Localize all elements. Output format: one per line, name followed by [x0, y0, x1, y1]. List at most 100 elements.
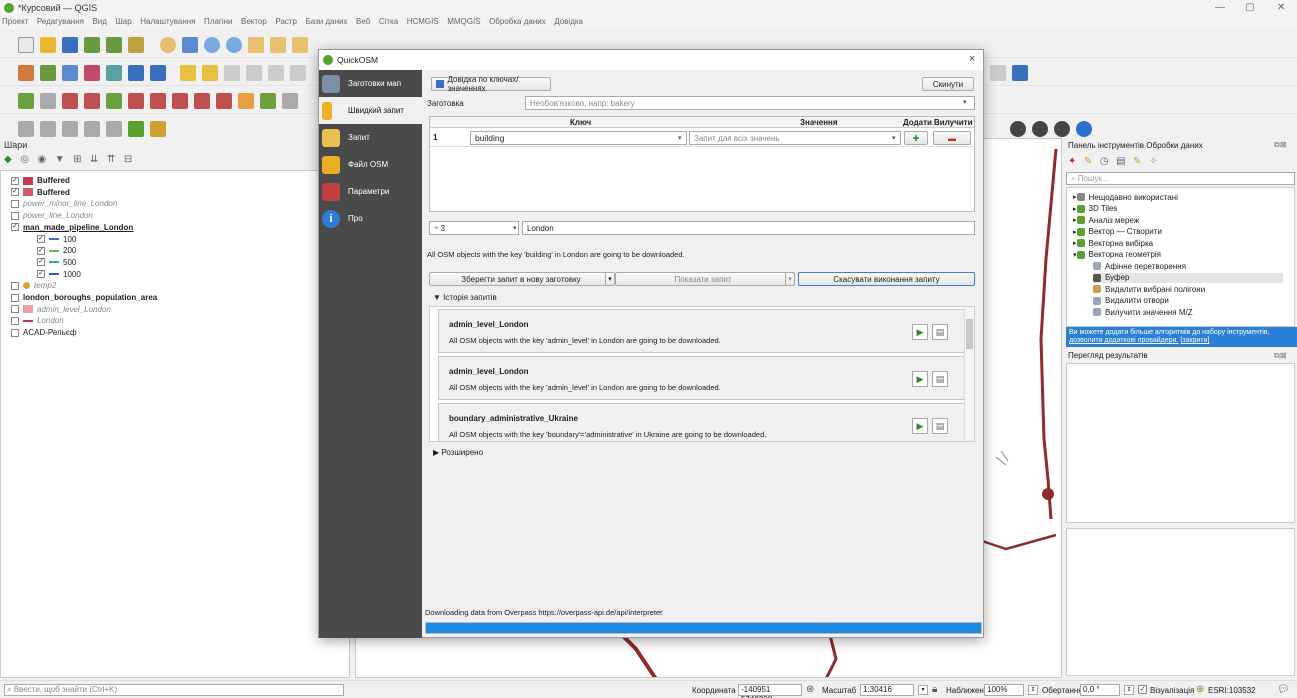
crs-button[interactable]: ESRI:103532: [1208, 686, 1256, 695]
zoom-field[interactable]: 100%: [984, 684, 1024, 696]
menu-item[interactable]: Редагування: [37, 17, 84, 26]
digitize-icon[interactable]: [246, 65, 262, 81]
lock-scale-icon[interactable]: 🔒︎: [932, 684, 937, 695]
processing-tree-item[interactable]: Видалити отвори: [1093, 296, 1169, 306]
add-vector-icon[interactable]: [62, 65, 78, 81]
layer-item[interactable]: ✓ 200: [37, 245, 76, 256]
zoom-out-icon[interactable]: [226, 37, 242, 53]
save-preset-button[interactable]: Зберегти запит в нову заготовку: [429, 272, 613, 286]
layer-item[interactable]: temp2: [11, 280, 56, 291]
layer-visibility-checkbox[interactable]: [11, 211, 19, 220]
menu-item[interactable]: Веб: [356, 17, 370, 26]
label-tool-11-icon[interactable]: [282, 93, 298, 109]
layer-item[interactable]: ✓ man_made_pipeline_London: [11, 222, 133, 233]
tree-arrow-icon[interactable]: ▸: [1073, 216, 1077, 224]
layer-visibility-checkbox[interactable]: ✓: [11, 223, 19, 232]
history-scrollbar[interactable]: [964, 307, 974, 441]
remove-layer-icon[interactable]: ⊟: [124, 154, 132, 165]
layer-item[interactable]: power_minor_line_London: [11, 198, 117, 209]
layer-item[interactable]: ✓ 500: [37, 257, 76, 268]
processing-tree-item[interactable]: ▸ 3D Tiles: [1073, 204, 1117, 214]
render-checkbox[interactable]: ✓: [1138, 685, 1147, 694]
filter-legend-icon[interactable]: ◎: [20, 154, 29, 165]
layer-visibility-checkbox[interactable]: [11, 281, 19, 290]
maximize-icon[interactable]: ▢: [1245, 2, 1254, 13]
run-query-button[interactable]: ▶: [912, 418, 928, 434]
label-tool-5-icon[interactable]: [150, 93, 166, 109]
scale-field[interactable]: 1:30416: [860, 684, 914, 696]
remove-row-button[interactable]: ▬: [933, 131, 971, 145]
globe-2-icon[interactable]: [1032, 121, 1048, 137]
options-icon[interactable]: ✧: [1149, 156, 1157, 167]
processing-tree-item[interactable]: ▸ Векторна вибірка: [1073, 238, 1153, 248]
sidebar-item-parameters[interactable]: Параметри: [319, 178, 422, 205]
tree-arrow-icon[interactable]: ▸: [1073, 205, 1077, 213]
sidebar-item-query[interactable]: Запит: [319, 124, 422, 151]
label-tool-9-icon[interactable]: [238, 93, 254, 109]
sidebar-item-about[interactable]: i Про: [319, 205, 422, 232]
results-dock-icon[interactable]: ⧉⊠: [1274, 351, 1286, 361]
identify-icon[interactable]: [128, 121, 144, 137]
add-csv-icon[interactable]: [150, 65, 166, 81]
models-icon[interactable]: ✦: [1068, 156, 1076, 167]
processing-tree-item[interactable]: Видалити вибрані полігони: [1093, 284, 1205, 294]
messages-icon[interactable]: 💬︎: [1277, 684, 1290, 695]
history-section[interactable]: ▼ Історія запитів: [433, 293, 497, 302]
label-tool-3-icon[interactable]: [106, 93, 122, 109]
layer-visibility-checkbox[interactable]: ✓: [11, 176, 19, 185]
layer-item[interactable]: admin_level_London: [11, 304, 111, 315]
scrollbar-thumb[interactable]: [966, 319, 973, 349]
menu-item[interactable]: Растр: [275, 17, 297, 26]
pan-to-selection-icon[interactable]: [182, 37, 198, 53]
group-icon[interactable]: ⊞: [73, 154, 81, 165]
processing-tree-item[interactable]: ▾ Векторна геометрія: [1073, 250, 1161, 260]
save-query-button[interactable]: ▤: [932, 371, 948, 387]
processing-search-input[interactable]: ⌕ Пошук...: [1066, 172, 1295, 185]
add-wfs-icon[interactable]: [128, 65, 144, 81]
select-tool-2-icon[interactable]: [40, 121, 56, 137]
menu-item[interactable]: Проект: [2, 17, 28, 26]
processing-tree-item[interactable]: ▸ Вектор — Створити: [1073, 227, 1162, 237]
cancel-query-button[interactable]: Скасувати виконання запиту: [798, 272, 975, 286]
delete-feature-icon[interactable]: [290, 65, 306, 81]
close-window-icon[interactable]: ✕: [1277, 2, 1285, 13]
preset-dropdown-icon[interactable]: ▾: [963, 98, 967, 106]
menu-item[interactable]: Сітка: [379, 17, 398, 26]
results-icon[interactable]: ▤: [1116, 156, 1125, 167]
digitize-tool-icon[interactable]: [40, 93, 56, 109]
add-raster-icon[interactable]: [40, 65, 56, 81]
layer-visibility-checkbox[interactable]: ✓: [37, 235, 45, 243]
reset-button[interactable]: Скинути: [922, 77, 974, 91]
visibility-icon[interactable]: ◉: [37, 154, 46, 165]
processing-tree-item[interactable]: ▸ Нещодавно використані: [1073, 192, 1178, 202]
edit-icon[interactable]: [202, 65, 218, 81]
enable-providers-link[interactable]: дозволити додаткові провайдери.: [1069, 337, 1178, 344]
label-tool-2-icon[interactable]: [84, 93, 100, 109]
zoom-selection-icon[interactable]: [292, 37, 308, 53]
select-tool-icon[interactable]: [18, 121, 34, 137]
label-tool-8-icon[interactable]: [216, 93, 232, 109]
add-row-button[interactable]: ✚: [904, 131, 928, 145]
run-query-button[interactable]: ▶: [912, 371, 928, 387]
menu-item[interactable]: Вид: [92, 17, 106, 26]
scale-dropdown-icon[interactable]: ▾: [918, 685, 928, 695]
layout-manager-icon[interactable]: [106, 37, 122, 53]
processing-tree-item[interactable]: Афінне перетворення: [1093, 261, 1186, 271]
layer-item[interactable]: London: [11, 315, 64, 326]
menu-item[interactable]: HCMGIS: [407, 17, 439, 26]
tree-arrow-icon[interactable]: ▸: [1073, 228, 1077, 236]
quickosm-toolbar-icon[interactable]: [150, 121, 166, 137]
locator-input[interactable]: ⌕ Ввести, щоб знайти (Ctrl+K): [4, 684, 344, 696]
layer-item[interactable]: ACAD-Рельєф: [11, 327, 77, 338]
expand-all-icon[interactable]: ⇊: [90, 154, 98, 165]
menu-item[interactable]: Шар: [115, 17, 131, 26]
filter-icon[interactable]: ▼: [55, 154, 65, 165]
menu-item[interactable]: MMQGIS: [447, 17, 480, 26]
globe-3-icon[interactable]: [1054, 121, 1070, 137]
save-query-button[interactable]: ▤: [932, 324, 948, 340]
layer-visibility-checkbox[interactable]: ✓: [37, 246, 45, 255]
rotation-spin-icon[interactable]: ⇕: [1124, 685, 1134, 695]
show-query-button[interactable]: Показати запит: [615, 272, 791, 286]
advanced-section[interactable]: ▶ Розширено: [433, 448, 483, 457]
collapse-all-icon[interactable]: ⇈: [107, 154, 115, 165]
